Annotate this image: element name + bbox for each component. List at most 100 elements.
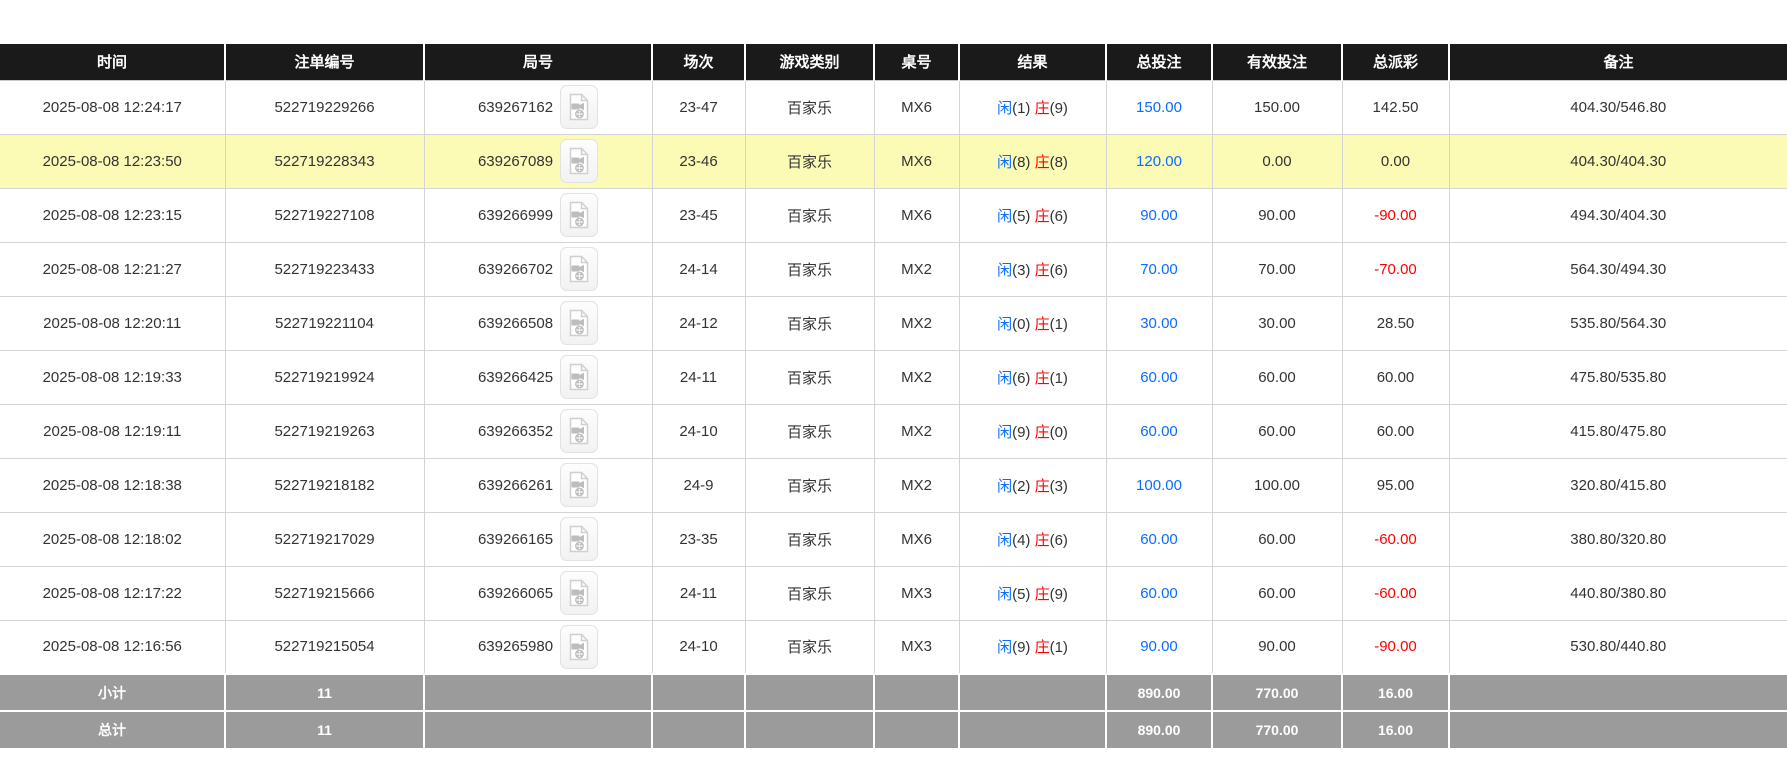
cell-time: 2025-08-08 12:23:50 bbox=[0, 133, 226, 189]
table-row: 2025-08-08 12:23:50 522719228343 639267089… bbox=[0, 133, 1787, 189]
video-replay-button[interactable] bbox=[560, 624, 599, 669]
video-replay-button[interactable] bbox=[560, 517, 599, 561]
cell-game_no: 639265980 bbox=[423, 619, 653, 675]
video-replay-button[interactable] bbox=[560, 247, 599, 291]
video-file-icon bbox=[569, 417, 589, 445]
cell-valid_bet: 60.00 bbox=[1211, 511, 1343, 567]
cell-game_type: 百家乐 bbox=[744, 511, 875, 567]
result-player-label: 闲 bbox=[997, 423, 1013, 441]
video-replay-button[interactable] bbox=[560, 355, 599, 399]
video-replay-button[interactable] bbox=[560, 85, 599, 129]
video-file-icon bbox=[569, 471, 589, 499]
cell-table_no: MX2 bbox=[873, 457, 960, 513]
cell-game_no: 639267162 bbox=[423, 79, 653, 135]
cell-result: 闲(1) 庄(9) bbox=[958, 79, 1107, 135]
header-cell-session: 场次 bbox=[651, 44, 745, 80]
cell-time: 2025-08-08 12:18:02 bbox=[0, 511, 226, 567]
cell-result: 闲(2) 庄(3) bbox=[958, 457, 1107, 513]
cell-bet_id: 522719219924 bbox=[224, 349, 425, 405]
footer-cell-session bbox=[651, 673, 745, 711]
table-footer: 小计 11 890.00 770.00 16.00 总计 11 890.00 770.00 16.… bbox=[0, 673, 1787, 748]
video-replay-button[interactable] bbox=[560, 301, 599, 345]
result-player-score: (8) bbox=[1012, 153, 1035, 171]
cell-remark: 475.80/535.80 bbox=[1448, 349, 1787, 405]
table-row: 2025-08-08 12:20:11 522719221104 639266508… bbox=[0, 295, 1787, 351]
cell-remark: 564.30/494.30 bbox=[1448, 241, 1787, 297]
cell-time: 2025-08-08 12:16:56 bbox=[0, 619, 226, 675]
header-cell-bet_id: 注单编号 bbox=[224, 44, 424, 80]
cell-session: 24-9 bbox=[651, 457, 746, 513]
cell-total_bet: 90.00 bbox=[1105, 619, 1213, 675]
table-row: 2025-08-08 12:23:15 522719227108 639266999… bbox=[0, 187, 1787, 243]
header-cell-result: 结果 bbox=[958, 44, 1106, 80]
table-row: 2025-08-08 12:21:27 522719223433 639266702… bbox=[0, 241, 1787, 297]
video-replay-button[interactable] bbox=[560, 571, 599, 615]
header-cell-remark: 备注 bbox=[1448, 44, 1787, 80]
result-banker-label: 庄 bbox=[1034, 207, 1050, 225]
footer-cell-game_no bbox=[423, 673, 652, 711]
cell-game_no: 639266165 bbox=[423, 511, 653, 567]
cell-game_no: 639266261 bbox=[423, 457, 653, 513]
header-cell-total_bet: 总投注 bbox=[1105, 44, 1212, 80]
cell-result: 闲(6) 庄(1) bbox=[958, 349, 1107, 405]
cell-game_no: 639266508 bbox=[423, 295, 653, 351]
cell-session: 24-11 bbox=[651, 565, 746, 621]
game-number-group: 639267162 bbox=[478, 85, 599, 129]
cell-table_no: MX2 bbox=[873, 349, 960, 405]
result-player-label: 闲 bbox=[997, 153, 1013, 171]
table-header-row: 时间 注单编号 局号 场次 游戏类别 桌号 结果 总投注 有效投注 总派彩 备注 bbox=[0, 44, 1787, 80]
cell-remark: 404.30/404.30 bbox=[1448, 133, 1787, 189]
cell-remark: 530.80/440.80 bbox=[1448, 619, 1787, 675]
cell-valid_bet: 0.00 bbox=[1211, 133, 1343, 189]
footer-cell-payout: 16.00 bbox=[1341, 673, 1449, 711]
cell-valid_bet: 60.00 bbox=[1211, 565, 1343, 621]
table-row: 2025-08-08 12:24:17 522719229266 639267162… bbox=[0, 79, 1787, 135]
cell-game_type: 百家乐 bbox=[744, 619, 875, 675]
header-cell-payout: 总派彩 bbox=[1341, 44, 1449, 80]
cell-valid_bet: 90.00 bbox=[1211, 619, 1343, 675]
result-player-label: 闲 bbox=[997, 315, 1013, 333]
cell-bet_id: 522719215054 bbox=[224, 619, 425, 675]
cell-valid_bet: 90.00 bbox=[1211, 187, 1343, 243]
video-file-icon bbox=[569, 363, 589, 391]
video-replay-button[interactable] bbox=[560, 193, 599, 237]
video-file-icon bbox=[569, 309, 589, 337]
cell-payout: 142.50 bbox=[1341, 79, 1450, 135]
cell-remark: 494.30/404.30 bbox=[1448, 187, 1787, 243]
footer-count: 11 bbox=[224, 673, 424, 711]
cell-time: 2025-08-08 12:24:17 bbox=[0, 79, 226, 135]
video-file-icon bbox=[569, 525, 589, 553]
footer-label: 小计 bbox=[0, 673, 225, 711]
header-cell-table_no: 桌号 bbox=[873, 44, 959, 80]
game-number-group: 639267089 bbox=[478, 139, 599, 183]
header-cell-valid_bet: 有效投注 bbox=[1211, 44, 1342, 80]
cell-game_no: 639266065 bbox=[423, 565, 653, 621]
game-number-group: 639265980 bbox=[477, 624, 599, 669]
result-banker-label: 庄 bbox=[1034, 261, 1050, 279]
video-replay-button[interactable] bbox=[560, 139, 599, 183]
cell-game_type: 百家乐 bbox=[744, 403, 875, 459]
cell-result: 闲(8) 庄(8) bbox=[958, 133, 1107, 189]
cell-time: 2025-08-08 12:18:38 bbox=[0, 457, 226, 513]
cell-game_type: 百家乐 bbox=[744, 565, 875, 621]
result-banker-score: (0) bbox=[1049, 423, 1068, 441]
table-row: 2025-08-08 12:18:02 522719217029 639266165… bbox=[0, 511, 1787, 567]
footer-cell-total_bet: 890.00 bbox=[1105, 673, 1212, 711]
video-file-icon bbox=[569, 201, 589, 229]
footer-cell-valid_bet: 770.00 bbox=[1211, 673, 1342, 711]
game-number: 639266065 bbox=[477, 584, 554, 602]
footer-row-subtotal: 小计 11 890.00 770.00 16.00 bbox=[0, 673, 1787, 711]
result-player-label: 闲 bbox=[997, 531, 1013, 549]
game-number: 639266508 bbox=[477, 314, 554, 332]
result-banker-score: (6) bbox=[1049, 531, 1068, 549]
result-banker-score: (6) bbox=[1049, 207, 1068, 225]
game-number: 639266425 bbox=[477, 368, 554, 386]
game-number: 639265980 bbox=[477, 638, 554, 656]
game-number-group: 639266261 bbox=[478, 463, 599, 507]
video-replay-button[interactable] bbox=[560, 463, 599, 507]
video-replay-button[interactable] bbox=[560, 409, 599, 453]
cell-time: 2025-08-08 12:19:33 bbox=[0, 349, 226, 405]
cell-remark: 440.80/380.80 bbox=[1448, 565, 1787, 621]
footer-cell-table_no bbox=[873, 673, 959, 711]
game-number-group: 639266702 bbox=[478, 247, 599, 291]
